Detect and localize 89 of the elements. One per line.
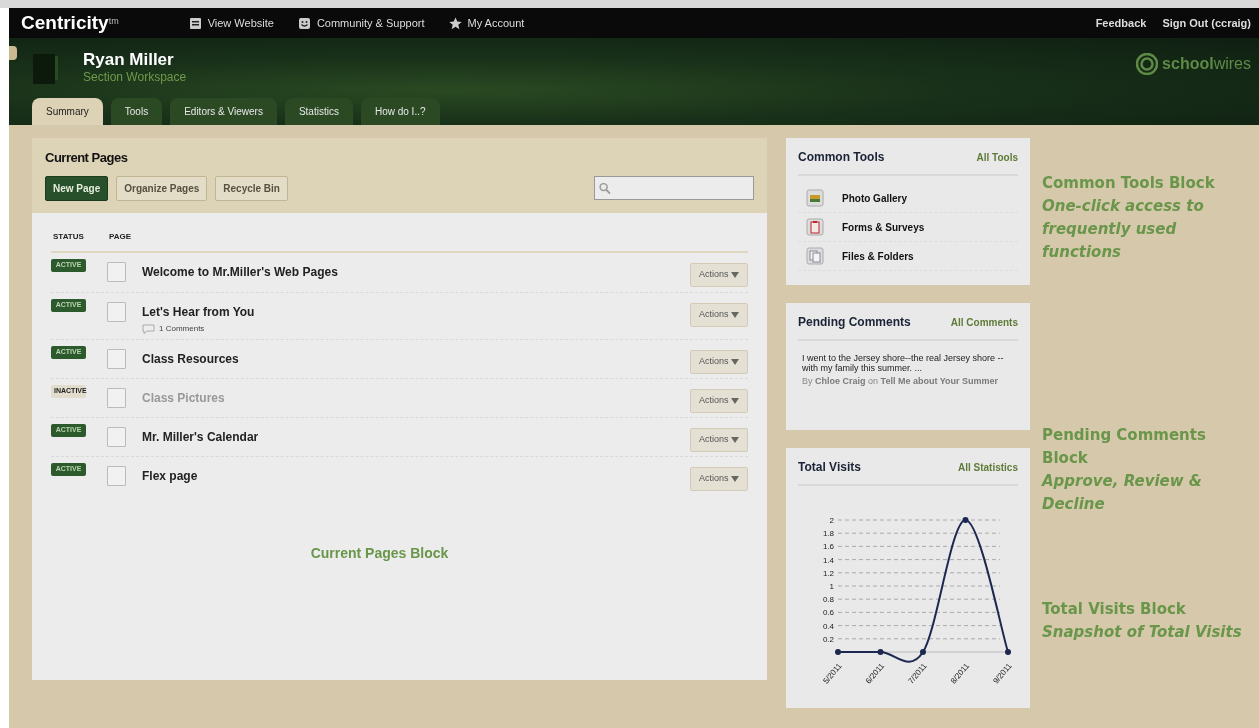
tool-item[interactable]: Photo Gallery <box>798 184 1018 213</box>
browser-icon <box>188 16 202 30</box>
page-title[interactable]: Mr. Miller's Calendar <box>142 428 259 446</box>
axis-tick-label: 1.4 <box>822 555 834 565</box>
swirl-logo-icon <box>1136 53 1159 75</box>
annotation-title: Total Visits Block <box>1042 599 1187 620</box>
axis-tick-label: 2 <box>829 516 834 525</box>
book-icon <box>33 52 59 84</box>
toolbar-button[interactable]: Recycle Bin <box>215 175 288 201</box>
caret-icon <box>731 397 739 404</box>
toolbar-button[interactable]: Organize Pages <box>116 175 208 201</box>
card-link[interactable]: All Tools <box>976 150 1018 165</box>
comment-count[interactable]: 1 Comments <box>159 323 205 335</box>
picture-frame-icon <box>806 189 824 207</box>
comment-text: I went to the Jersey shore--the real Jersey shore --with my family this summer. ... <box>802 353 1005 373</box>
clipboard-icon <box>806 218 824 236</box>
search-icon <box>599 181 611 195</box>
caret-icon <box>731 311 739 318</box>
tool-item[interactable]: Forms & Surveys <box>798 213 1018 242</box>
card-link[interactable]: All Statistics <box>957 460 1018 475</box>
caret-icon <box>731 475 739 482</box>
axis-tick-label: 0.4 <box>822 621 834 631</box>
annotation-title: Common Tools Block <box>1042 173 1216 194</box>
annotation-text: Approve, Review & Decline <box>1042 471 1203 515</box>
checkbox[interactable] <box>107 388 126 408</box>
tab[interactable]: Summary <box>32 98 103 125</box>
tab[interactable]: Tools <box>110 98 163 125</box>
checkbox[interactable] <box>107 427 126 447</box>
speech-bubble-icon <box>142 324 155 334</box>
column-header: STATUS <box>53 231 85 243</box>
star-icon <box>448 16 462 30</box>
caret-icon <box>731 271 739 278</box>
caret-icon <box>731 358 739 365</box>
annotation-text: One-click access to frequently used functions <box>1042 196 1205 263</box>
actions-button[interactable]: Actions <box>690 467 748 491</box>
annotation-title: Pending Comments Block <box>1042 425 1207 469</box>
tab[interactable]: Statistics <box>284 98 353 125</box>
axis-tick-label: 1.2 <box>822 568 834 578</box>
tool-item[interactable]: Files & Folders <box>798 242 1018 271</box>
page-title[interactable]: Welcome to Mr.Miller's Web Pages <box>142 263 338 281</box>
data-point <box>877 649 884 655</box>
sidebar-toggle[interactable] <box>9 46 17 60</box>
card-link[interactable]: All Comments <box>950 315 1018 330</box>
brand-logo[interactable]: Centricity$^{tm}$ <box>21 8 119 38</box>
data-point <box>920 649 926 655</box>
annotation-text: Snapshot of Total Visits <box>1042 622 1242 643</box>
card-title: Common Tools <box>798 149 885 166</box>
page-title[interactable]: Flex page <box>142 467 198 485</box>
actions-button[interactable]: Actions <box>690 303 748 327</box>
axis-tick-label: 1 <box>829 582 834 591</box>
actions-button[interactable]: Actions <box>690 428 748 452</box>
actions-button[interactable]: Actions <box>690 263 748 287</box>
card-title: Pending Comments <box>798 314 911 331</box>
search-field[interactable] <box>594 176 754 200</box>
card-title: Total Visits <box>798 459 861 476</box>
data-point <box>835 649 841 655</box>
documents-icon <box>806 247 824 265</box>
axis-tick-label: 0.6 <box>822 608 834 618</box>
block-caption: Current Pages Block <box>310 544 449 563</box>
nav-link[interactable]: Feedback <box>1095 14 1147 32</box>
smiley-icon <box>297 16 311 30</box>
toolbar-button[interactable]: New Page <box>45 175 109 201</box>
tab[interactable]: How do I..? <box>360 98 440 125</box>
axis-tick-label: 0.8 <box>822 595 834 605</box>
checkbox[interactable] <box>107 262 126 282</box>
data-point <box>1005 649 1011 655</box>
page-title[interactable]: Class Resources <box>142 350 239 368</box>
tab[interactable]: Editors & Viewers <box>170 98 277 125</box>
brand-wordmark: schoolwires <box>1162 54 1251 74</box>
actions-button[interactable]: Actions <box>690 350 748 374</box>
nav-link[interactable]: Sign Out (ccraig) <box>1162 14 1251 32</box>
section-subtitle: Section Workspace <box>83 69 187 86</box>
section-title: Current Pages <box>45 149 129 167</box>
axis-tick-label: 1.8 <box>822 529 834 539</box>
user-name: Ryan Miller <box>83 51 175 68</box>
checkbox[interactable] <box>107 302 126 322</box>
column-header: PAGE <box>109 231 132 243</box>
data-point <box>962 517 969 523</box>
actions-button[interactable]: Actions <box>690 389 748 413</box>
page-title[interactable]: Let's Hear from You <box>142 303 255 321</box>
checkbox[interactable] <box>107 349 126 369</box>
axis-tick-label: 1.6 <box>822 542 834 552</box>
comment-byline: By Chloe Craig on Tell Me about Your Summer <box>802 376 1000 386</box>
caret-icon <box>731 436 739 443</box>
nav-link[interactable]: Community & Support <box>297 14 425 32</box>
checkbox[interactable] <box>107 466 126 486</box>
nav-link[interactable]: My Account <box>448 14 525 32</box>
axis-tick-label: 0.2 <box>822 634 834 644</box>
nav-link[interactable]: View Website <box>188 14 274 32</box>
